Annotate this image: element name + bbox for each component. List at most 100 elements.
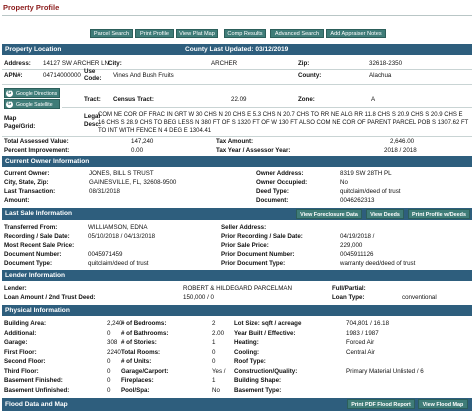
assessed-value: 147,240	[131, 138, 154, 145]
city-state-zip-label: City, State, Zip:	[4, 179, 49, 186]
comp-results-button[interactable]: Comp Results	[224, 29, 266, 38]
physical-rooms-value: Yes /	[212, 367, 226, 375]
county-updated: County Last Updated: 03/12/2019	[185, 46, 289, 53]
section-title: Lender Information	[5, 272, 66, 279]
google-satellite-button[interactable]: G Google Satellite	[4, 99, 60, 109]
title-divider	[2, 15, 472, 16]
physical-lot-label: Year Built / Effective:	[234, 329, 296, 337]
physical-area-label: Additional:	[4, 329, 37, 337]
prior-sale-price-label: Prior Sale Price:	[221, 242, 269, 249]
zip-label: Zip:	[298, 60, 310, 67]
physical-area-value: 308	[107, 339, 118, 346]
tract-label: Tract:	[84, 96, 101, 103]
county-value: Alachua	[369, 72, 392, 79]
view-foreclosure-data-button[interactable]: View Foreclosure Data	[296, 209, 362, 219]
transferred-from-value: WILLIAMSON, EDNA	[88, 224, 148, 231]
document-number-label: Document Number:	[4, 251, 62, 258]
physical-lot-value: 1983 / 1987	[346, 329, 379, 337]
physical-rooms-value: 1	[212, 377, 216, 384]
current-owner-label: Current Owner:	[4, 170, 50, 177]
prior-recording-date-label: Prior Recording / Sale Date:	[221, 233, 303, 240]
seller-address-label: Seller Address:	[221, 224, 267, 231]
legal-description: COM NE COR OF FRAC IN GRT W 30 CHS N 20 …	[98, 112, 469, 134]
assessed-label: Total Assessed Value:	[4, 138, 69, 145]
county-label: County:	[298, 72, 322, 79]
zip-value: 32618-2350	[369, 60, 403, 67]
physical-rooms-label: Fireplaces:	[121, 377, 154, 384]
advanced-search-button[interactable]: Advanced Search	[270, 29, 324, 38]
section-title: Current Owner Information	[5, 158, 90, 165]
section-title: Last Sale Information	[5, 210, 73, 217]
property-location-header: Property Location County Last Updated: 0…	[2, 44, 472, 55]
section-title: Physical Information	[5, 307, 70, 314]
physical-lot-label: Lot Size: sqft / acreage	[234, 320, 302, 327]
lender-header: Lender Information	[2, 270, 472, 281]
deed-type-value: quitclaim/deed of trust	[340, 188, 401, 195]
physical-lot-value: Primary Material Unlisted / 6	[346, 367, 424, 375]
physical-area-value: 0	[107, 377, 111, 384]
owner-occupied-value: No	[340, 179, 348, 186]
section-title: Property Location	[5, 46, 62, 53]
physical-area-value: 0	[107, 358, 111, 365]
google-directions-label: Google Directions	[16, 91, 58, 97]
lender-value: ROBERT & HILDEGARD PARCELMAN	[183, 285, 292, 292]
owner-address-label: Owner Address:	[256, 170, 304, 177]
physical-area-label: Basement Unfinished:	[4, 386, 70, 394]
print-profile-button[interactable]: Print Profile	[135, 29, 174, 38]
owner-address-value: 8319 SW 28TH PL	[340, 170, 392, 177]
tax-year-value: 2018 / 2018	[384, 147, 417, 154]
row-divider	[2, 136, 472, 137]
parcel-search-button[interactable]: Parcel Search	[90, 29, 133, 38]
city-value: ARCHER	[211, 60, 238, 67]
google-satellite-label: Google Satellite	[16, 102, 53, 108]
row-divider	[2, 69, 472, 70]
page-title: Property Profile	[3, 3, 60, 12]
add-appraiser-notes-button[interactable]: Add Appraiser Notes	[326, 29, 386, 38]
google-icon: G	[6, 90, 13, 97]
physical-rooms-value: 2.00	[212, 329, 225, 337]
zone-label: Zone:	[298, 96, 315, 103]
physical-area-value: 2240	[107, 348, 121, 356]
apn-value: 04714000000	[43, 72, 81, 79]
physical-rooms-label: # of Bathrooms:	[121, 329, 169, 337]
recent-sale-price-label: Most Recent Sale Price:	[4, 242, 75, 249]
tax-year-label: Tax Year / Assessor Year:	[216, 147, 291, 154]
loan-amount-value: 150,000 / 0	[183, 294, 214, 301]
document-number-value: 0045971459	[88, 251, 123, 258]
amount-label: Amount:	[4, 197, 30, 204]
physical-rooms-label: # of Stories:	[121, 339, 157, 346]
zone-value: A	[371, 96, 376, 103]
view-deeds-button[interactable]: View Deeds	[366, 209, 404, 219]
prior-sale-price-value: 229,000	[340, 242, 363, 249]
recording-sale-date-label: Recording / Sale Date:	[4, 233, 70, 240]
loan-type-label: Loan Type:	[332, 294, 365, 301]
physical-rooms-label: Garage/Carport:	[121, 367, 169, 375]
view-flood-map-button[interactable]: View Flood Map	[418, 399, 468, 409]
last-sale-header: Last Sale Information View Foreclosure D…	[2, 208, 472, 220]
flood-header: Flood Data and Map Print PDF Flood Repor…	[2, 398, 472, 411]
loan-type-value: conventional	[402, 294, 437, 301]
last-transaction-value: 08/31/2018	[89, 188, 120, 195]
google-directions-button[interactable]: G Google Directions	[4, 88, 60, 98]
prior-document-number-label: Prior Document Number:	[221, 251, 295, 258]
print-pdf-flood-report-button[interactable]: Print PDF Flood Report	[347, 399, 415, 409]
city-state-zip-value: GAINESVILLE, FL, 32608-9500	[89, 179, 177, 186]
pct-improvement-label: Percent Improvement:	[4, 147, 70, 154]
legal-desc-label: Legal Desc:	[84, 113, 101, 128]
map-page-label: Map Page/Grid:	[4, 115, 36, 130]
physical-rooms-label: Pool/Spa:	[121, 386, 150, 394]
row-divider	[62, 107, 472, 108]
apn-label: APN#:	[4, 72, 23, 79]
document-type-value: quitclaim/deed of trust	[88, 260, 149, 267]
print-profile-with-deeds-button[interactable]: Print Profile w/Deeds	[408, 209, 470, 219]
physical-area-label: Basement Finished:	[4, 377, 63, 384]
section-title: Flood Data and Map	[5, 401, 68, 408]
physical-lot-label: Roof Type:	[234, 358, 266, 365]
physical-area-label: Garage:	[4, 339, 28, 346]
current-owner-value: JONES, BILL S TRUST	[89, 170, 154, 177]
physical-lot-label: Basement Type:	[234, 386, 282, 394]
physical-rooms-value: No	[212, 386, 220, 394]
physical-rooms-label: Total Rooms:	[121, 348, 161, 356]
view-plat-map-button[interactable]: View Plat Map	[176, 29, 218, 38]
city-label: City:	[108, 60, 122, 67]
